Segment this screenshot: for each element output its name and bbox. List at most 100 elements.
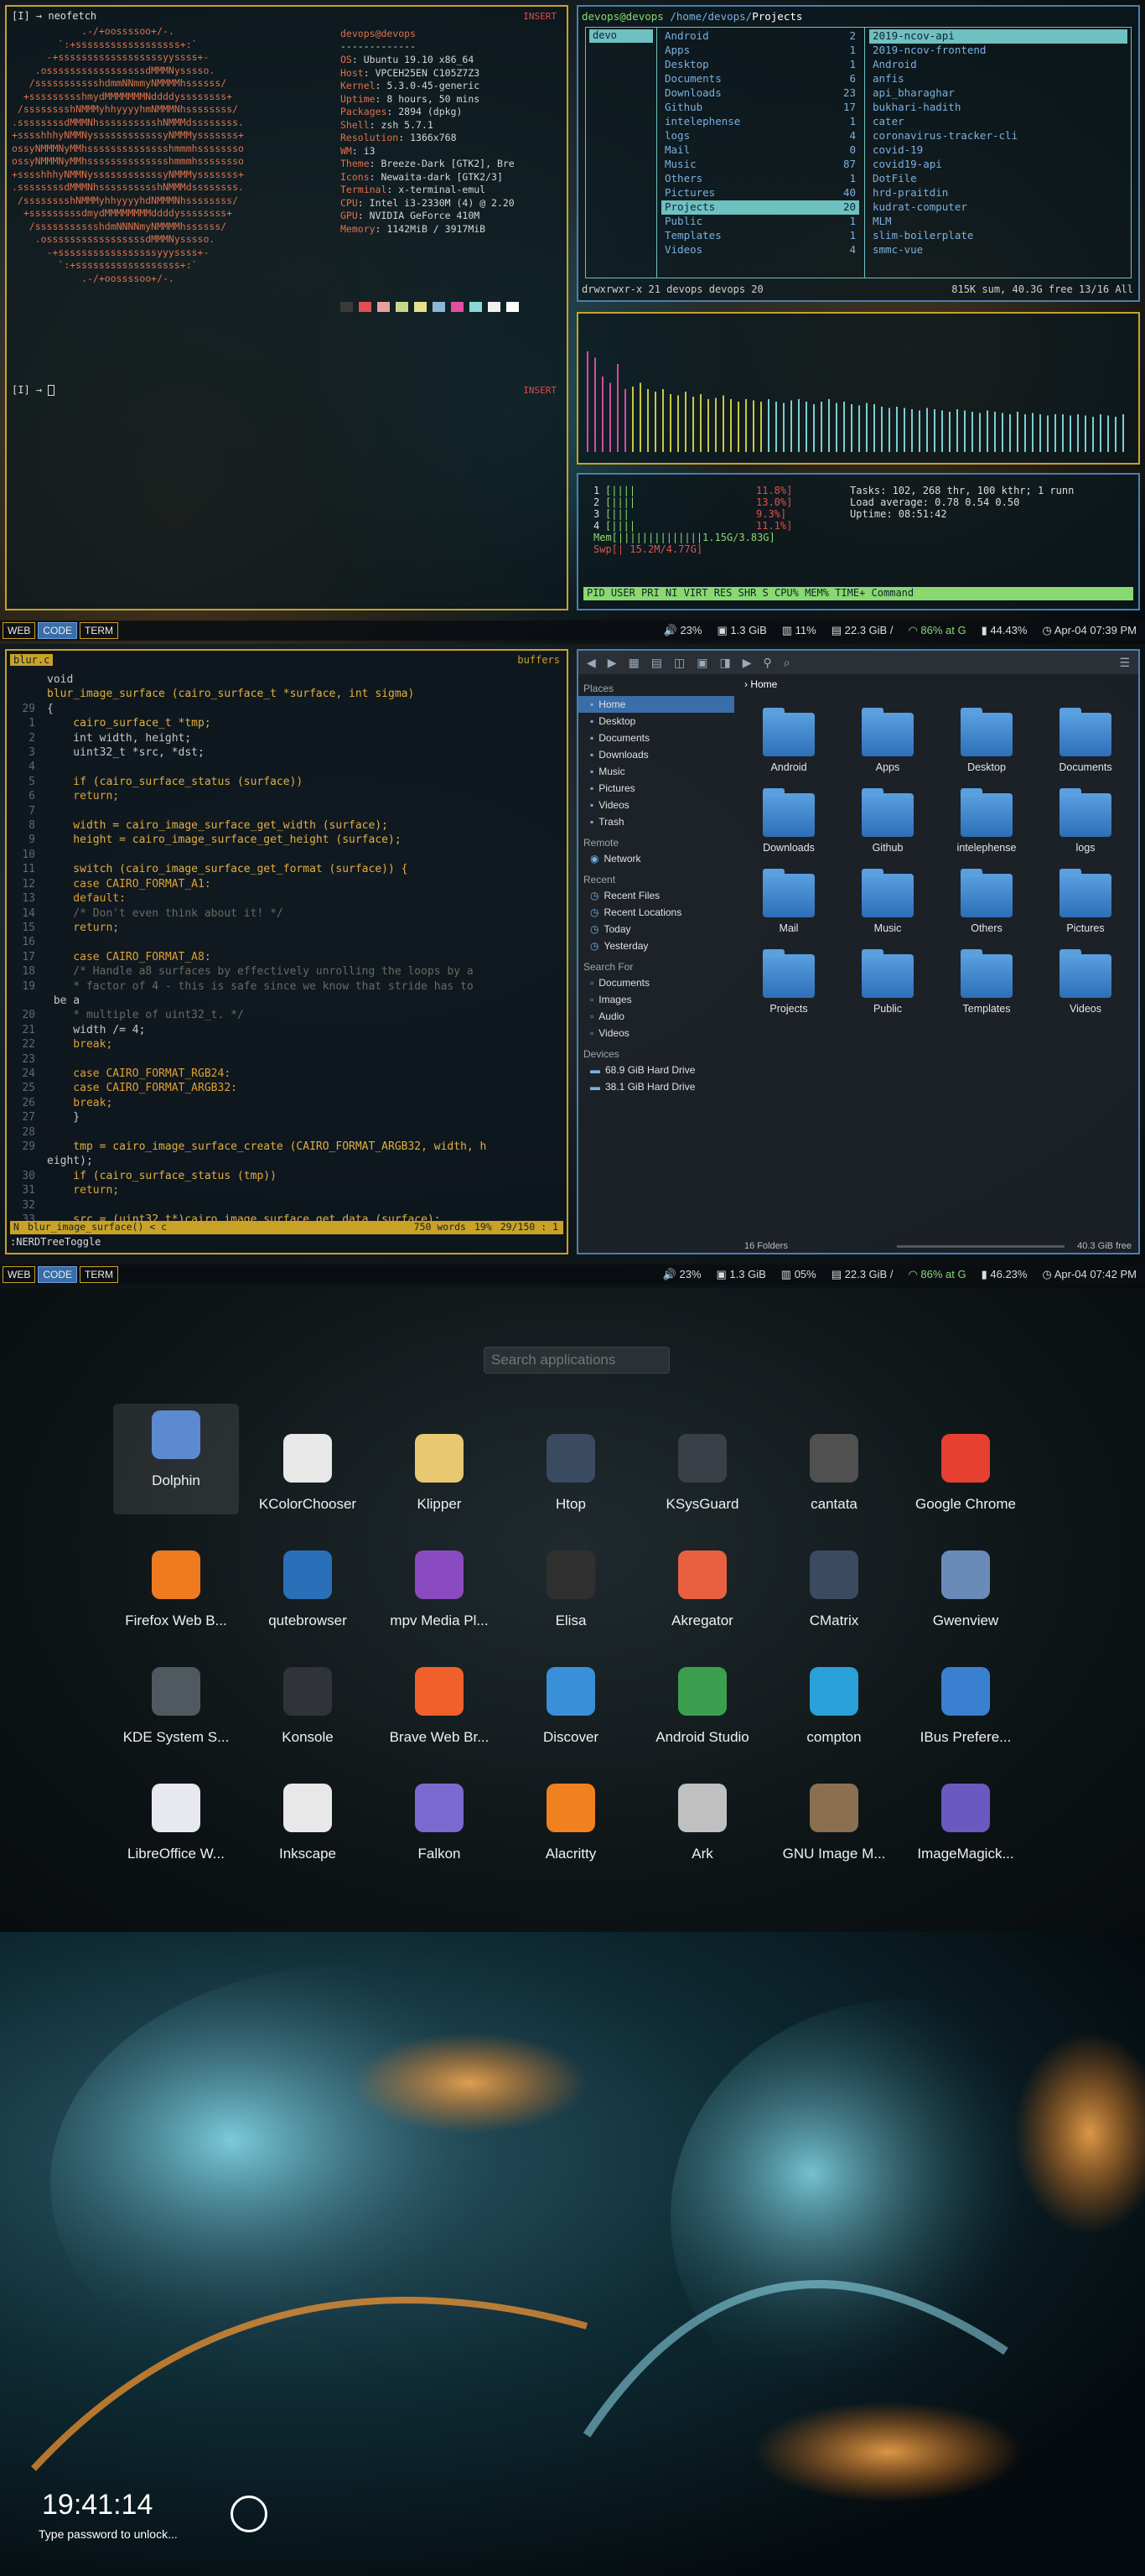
- places-item[interactable]: ◷ Yesterday: [578, 937, 734, 954]
- workspace-web[interactable]: WEB: [3, 622, 36, 639]
- filter-icon[interactable]: ⚲: [764, 656, 772, 670]
- volume-indicator[interactable]: 🔊 23%: [664, 624, 702, 637]
- app-launcher-item[interactable]: KSysGuard: [640, 1419, 765, 1513]
- folder-item[interactable]: Apps: [842, 708, 934, 773]
- ranger-dir-item[interactable]: Others 1: [661, 172, 859, 186]
- icons-view-icon[interactable]: ▦: [629, 656, 640, 670]
- ranger-dir-item[interactable]: Apps 1: [661, 44, 859, 58]
- app-launcher-item[interactable]: LibreOffice W...: [113, 1768, 239, 1862]
- split-view-icon[interactable]: ◨: [720, 656, 731, 670]
- ranger-dir-item[interactable]: Projects 20: [661, 200, 859, 215]
- ranger-dir-item[interactable]: logs 4: [661, 129, 859, 143]
- forward-icon[interactable]: ▶: [608, 656, 617, 670]
- places-item[interactable]: ▬ 38.1 GiB Hard Drive: [578, 1078, 734, 1095]
- places-item[interactable]: ▫ Videos: [578, 1025, 734, 1041]
- app-launcher-item[interactable]: Android Studio: [640, 1652, 765, 1746]
- split-icon[interactable]: ◫: [674, 656, 685, 670]
- terminal-prompt-2[interactable]: [I] →: [12, 384, 55, 396]
- folder-item[interactable]: Github: [842, 788, 934, 854]
- vim-window[interactable]: blur.c buffers void blur_image_surface (c…: [5, 649, 568, 1254]
- ranger-preview-item[interactable]: MLM: [869, 215, 1127, 229]
- ranger-preview-item[interactable]: kudrat-computer: [869, 200, 1127, 215]
- ranger-dir-item[interactable]: Pictures 40: [661, 186, 859, 200]
- ranger-dir-item[interactable]: Documents 6: [661, 72, 859, 86]
- workspace-code[interactable]: CODE: [38, 622, 78, 639]
- app-launcher-item[interactable]: Klipper: [376, 1419, 502, 1513]
- app-launcher-item[interactable]: Gwenview: [903, 1535, 1028, 1629]
- folder-item[interactable]: Android: [743, 708, 835, 773]
- ranger-dir-item[interactable]: Github 17: [661, 101, 859, 115]
- ranger-preview-item[interactable]: slim-boilerplate: [869, 229, 1127, 243]
- app-launcher-item[interactable]: Falkon: [376, 1768, 502, 1862]
- folder-item[interactable]: intelephense: [940, 788, 1033, 854]
- places-item[interactable]: ▪ Videos: [578, 797, 734, 813]
- folder-item[interactable]: Pictures: [1039, 869, 1132, 934]
- ranger-parent-item[interactable]: devo: [589, 29, 653, 43]
- app-launcher-item[interactable]: KDE System S...: [113, 1652, 239, 1746]
- ranger-dir-item[interactable]: Downloads 23: [661, 86, 859, 101]
- ranger-dir-item[interactable]: Mail 0: [661, 143, 859, 158]
- app-launcher-item[interactable]: GNU Image M...: [771, 1768, 897, 1862]
- folder-item[interactable]: Projects: [743, 949, 835, 1015]
- app-launcher-item[interactable]: Inkscape: [245, 1768, 370, 1862]
- app-launcher-item[interactable]: compton: [771, 1652, 897, 1746]
- workspace-code[interactable]: CODE: [38, 1266, 78, 1283]
- folder-item[interactable]: logs: [1039, 788, 1132, 854]
- places-item[interactable]: ▫ Documents: [578, 974, 734, 991]
- ranger-dir-item[interactable]: Desktop 1: [661, 58, 859, 72]
- app-launcher-item[interactable]: Dolphin: [113, 1404, 239, 1514]
- ranger-dir-item[interactable]: Public 1: [661, 215, 859, 229]
- app-launcher-item[interactable]: qutebrowser: [245, 1535, 370, 1629]
- app-launcher-item[interactable]: Brave Web Br...: [376, 1652, 502, 1746]
- ranger-preview-item[interactable]: coronavirus-tracker-cli: [869, 129, 1127, 143]
- breadcrumb[interactable]: › Home: [736, 676, 1138, 693]
- vim-cmdline[interactable]: :NERDTreeToggle: [10, 1236, 101, 1248]
- back-icon[interactable]: ◀: [587, 656, 596, 670]
- app-launcher-item[interactable]: mpv Media Pl...: [376, 1535, 502, 1629]
- places-item[interactable]: ▪ Documents: [578, 730, 734, 746]
- ranger-preview-item[interactable]: hrd-praitdin: [869, 186, 1127, 200]
- ranger-dir-item[interactable]: intelephense 1: [661, 115, 859, 129]
- places-item[interactable]: ▪ Trash: [578, 813, 734, 830]
- menu-icon[interactable]: ☰: [1119, 656, 1130, 670]
- app-launcher-item[interactable]: CMatrix: [771, 1535, 897, 1629]
- ranger-preview-item[interactable]: 2019-ncov-api: [869, 29, 1127, 44]
- folder-item[interactable]: Music: [842, 869, 934, 934]
- ranger-dir-item[interactable]: Android 2: [661, 29, 859, 44]
- app-launcher-item[interactable]: ImageMagick...: [903, 1768, 1028, 1862]
- preview-icon[interactable]: ▣: [697, 656, 707, 670]
- ranger-preview-item[interactable]: covid-19: [869, 143, 1127, 158]
- app-launcher-item[interactable]: Discover: [508, 1652, 634, 1746]
- dolphin-window[interactable]: ◀ ▶ ▦ ▤ ◫ ▣ ◨ ▶ ⚲ ⌕ ☰ Places ▪ Home ▪ Desktop ▪ Docu…: [577, 649, 1140, 1254]
- places-item[interactable]: ▪ Desktop: [578, 713, 734, 730]
- folder-item[interactable]: Templates: [940, 949, 1033, 1015]
- ranger-window[interactable]: devops@devops /home/devops/Projects devo…: [577, 5, 1140, 302]
- code-editor[interactable]: void blur_image_surface (cairo_surface_t …: [10, 673, 486, 1227]
- app-launcher-item[interactable]: cantata: [771, 1419, 897, 1513]
- app-launcher-item[interactable]: IBus Prefere...: [903, 1652, 1028, 1746]
- ranger-dir-item[interactable]: Videos 4: [661, 243, 859, 257]
- places-item[interactable]: ◉ Network: [578, 850, 734, 867]
- app-launcher-item[interactable]: Htop: [508, 1419, 634, 1513]
- folder-item[interactable]: Desktop: [940, 708, 1033, 773]
- compact-view-icon[interactable]: ▤: [651, 656, 662, 670]
- ranger-preview-item[interactable]: covid19-api: [869, 158, 1127, 172]
- places-item[interactable]: ◷ Recent Locations: [578, 904, 734, 921]
- app-launcher-item[interactable]: Akregator: [640, 1535, 765, 1629]
- ranger-preview-item[interactable]: bukhari-hadith: [869, 101, 1127, 115]
- search-icon[interactable]: ⌕: [784, 656, 790, 670]
- folder-item[interactable]: Public: [842, 949, 934, 1015]
- htop-window[interactable]: 1 [|||| 11.8%] 2 [|||| 13.0%] 3 [||| 9.3%] 4 [||||…: [577, 473, 1140, 610]
- vim-tab[interactable]: blur.c: [10, 654, 54, 666]
- places-item[interactable]: ▫ Images: [578, 991, 734, 1008]
- ranger-preview-item[interactable]: Android: [869, 58, 1127, 72]
- ranger-dir-item[interactable]: Templates 1: [661, 229, 859, 243]
- search-applications-input[interactable]: [484, 1347, 670, 1374]
- folder-item[interactable]: Documents: [1039, 708, 1132, 773]
- ranger-preview-item[interactable]: cater: [869, 115, 1127, 129]
- app-launcher-item[interactable]: Alacritty: [508, 1768, 634, 1862]
- places-item[interactable]: ◷ Recent Files: [578, 887, 734, 904]
- folder-item[interactable]: Videos: [1039, 949, 1132, 1015]
- places-item[interactable]: ▪ Pictures: [578, 780, 734, 797]
- ranger-preview-item[interactable]: smmc-vue: [869, 243, 1127, 257]
